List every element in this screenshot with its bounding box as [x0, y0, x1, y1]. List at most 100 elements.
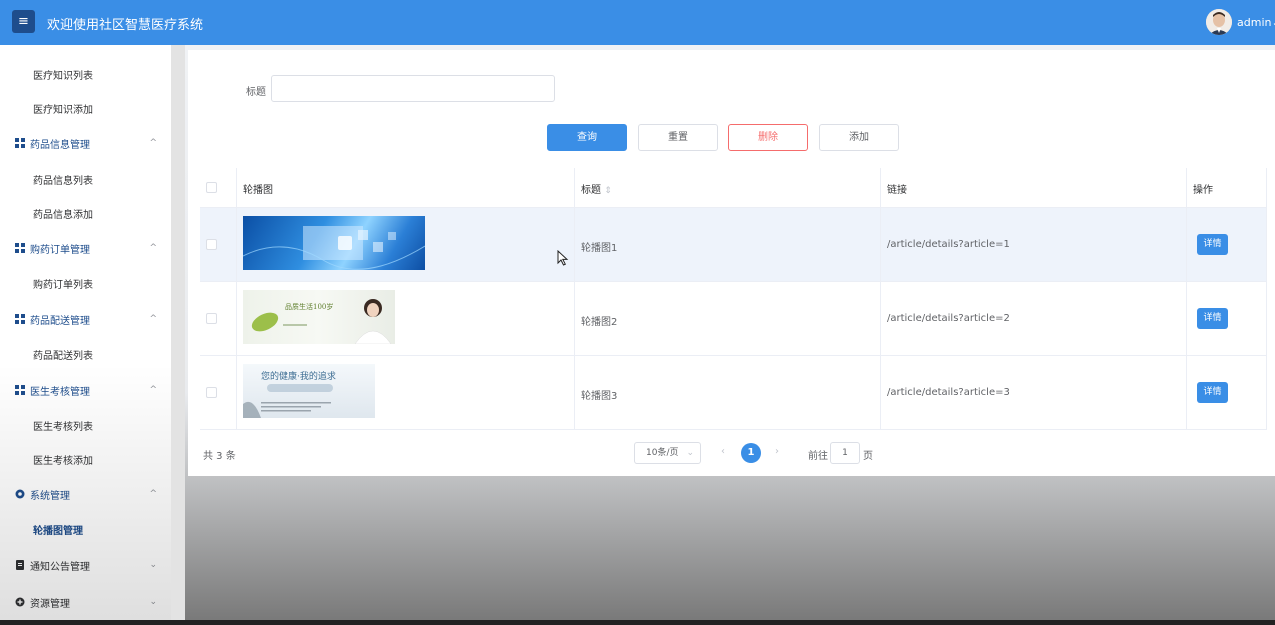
page-1-button[interactable]: 1 — [741, 443, 761, 463]
sidebar-item-label: 医生考核添加 — [33, 455, 93, 467]
title-filter-label: 标题 — [246, 87, 266, 98]
sidebar-item-label: 资源管理 — [30, 598, 70, 610]
screen-edge — [0, 620, 1275, 625]
sort-icon[interactable]: ⇕ — [604, 186, 612, 196]
sidebar-item-label: 通知公告管理 — [30, 561, 90, 573]
user-name: admin — [1237, 16, 1272, 29]
gear-icon — [15, 489, 25, 499]
table-row: 品质生活100岁 轮播图2 /article/details?article=2… — [200, 282, 1267, 356]
carousel-image-2: 品质生活100岁 — [243, 290, 395, 344]
column-header-link: 链接 — [887, 185, 907, 196]
sidebar-group-doctor-review[interactable]: 医生考核管理 ^ — [0, 373, 172, 407]
grid-icon — [15, 314, 25, 324]
title-filter-input[interactable] — [271, 75, 555, 102]
select-all-checkbox[interactable] — [206, 182, 217, 193]
chevron-down-icon: ⌄ — [149, 560, 157, 570]
page-size-select[interactable]: 10条/页 ⌄ — [634, 442, 701, 464]
row-link: /article/details?article=3 — [887, 387, 1010, 398]
row-checkbox[interactable] — [206, 313, 217, 324]
grid-icon — [15, 243, 25, 253]
page-suffix-label: 页 — [863, 451, 873, 462]
sidebar-item-carousel[interactable]: 轮播图管理 — [0, 512, 172, 546]
row-title: 轮播图2 — [581, 317, 618, 328]
row-link: /article/details?article=1 — [887, 239, 1010, 250]
column-header-title-label: 标题 — [581, 185, 601, 196]
sidebar-group-system[interactable]: 系统管理 ^ — [0, 477, 172, 511]
query-button[interactable]: 查询 — [547, 124, 627, 151]
mouse-cursor-icon — [557, 250, 569, 266]
reset-button[interactable]: 重置 — [638, 124, 718, 151]
row-checkbox[interactable] — [206, 239, 217, 250]
sidebar-item-label: 系统管理 — [30, 490, 70, 502]
sidebar-group-notice[interactable]: 通知公告管理 ⌄ — [0, 548, 172, 582]
detail-button[interactable]: 详情 — [1197, 234, 1228, 255]
column-divider — [1186, 168, 1187, 430]
add-button[interactable]: 添加 — [819, 124, 899, 151]
sidebar-group-drug-info[interactable]: 药品信息管理 ^ — [0, 126, 172, 160]
column-divider — [1266, 168, 1267, 430]
row-checkbox[interactable] — [206, 387, 217, 398]
top-bar: ≡ 欢迎使用社区智慧医疗系统 admin⌄ — [0, 0, 1275, 45]
sidebar-item-drug-info-add[interactable]: 药品信息添加 — [0, 196, 172, 230]
banner-2-text: 品质生活100岁 — [285, 303, 334, 311]
chevron-up-icon: ^ — [149, 489, 157, 499]
sidebar-group-delivery[interactable]: 药品配送管理 ^ — [0, 302, 172, 336]
sidebar-item-orders-list[interactable]: 购药订单列表 — [0, 266, 172, 300]
sidebar-item-label: 医疗知识列表 — [33, 70, 93, 82]
goto-page-input[interactable]: 1 — [830, 442, 860, 464]
sidebar-item-doctor-review-list[interactable]: 医生考核列表 — [0, 408, 172, 442]
sidebar-group-resources[interactable]: 资源管理 ⌄ — [0, 585, 172, 619]
page-size-value: 10条/页 — [646, 448, 679, 458]
sidebar-item-label: 医生考核列表 — [33, 421, 93, 433]
chevron-down-icon: ⌄ — [1271, 16, 1275, 29]
carousel-image-3: 您的健康·我的追求 — [243, 364, 375, 418]
chevron-up-icon: ^ — [149, 314, 157, 324]
grid-icon — [15, 138, 25, 148]
column-header-title[interactable]: 标题 ⇕ — [581, 181, 612, 196]
app-title: 欢迎使用社区智慧医疗系统 — [47, 18, 204, 33]
sidebar-item-label: 购药订单管理 — [30, 244, 90, 256]
table-header: 轮播图 标题 ⇕ 链接 操作 — [200, 168, 1267, 208]
chevron-up-icon: ^ — [149, 385, 157, 395]
detail-button[interactable]: 详情 — [1197, 308, 1228, 329]
user-menu[interactable]: admin⌄ — [1237, 16, 1275, 29]
prev-page-button[interactable]: ‹ — [721, 446, 725, 457]
row-title: 轮播图3 — [581, 391, 618, 402]
chevron-up-icon: ^ — [149, 138, 157, 148]
goto-label: 前往 — [808, 451, 828, 462]
row-title: 轮播图1 — [581, 243, 618, 254]
next-page-button[interactable]: › — [775, 446, 779, 457]
sidebar-item-label: 购药订单列表 — [33, 279, 93, 291]
sidebar: 医疗知识列表 医疗知识添加 药品信息管理 ^ 药品信息列表 药品信息添加 购药订… — [0, 45, 172, 625]
delete-button[interactable]: 删除 — [728, 124, 808, 151]
column-header-action: 操作 — [1193, 185, 1213, 196]
user-avatar[interactable] — [1206, 9, 1232, 35]
sidebar-item-label: 医疗知识添加 — [33, 104, 93, 116]
menu-icon[interactable]: ≡ — [12, 10, 35, 33]
grid-icon — [15, 385, 25, 395]
column-divider — [236, 168, 237, 430]
document-icon — [16, 560, 24, 570]
sidebar-item-drug-info-list[interactable]: 药品信息列表 — [0, 162, 172, 196]
sidebar-item-doctor-review-add[interactable]: 医生考核添加 — [0, 442, 172, 476]
sidebar-group-orders[interactable]: 购药订单管理 ^ — [0, 231, 172, 265]
carousel-image-1 — [243, 216, 425, 270]
column-divider — [574, 168, 575, 430]
sidebar-item-medical-knowledge-add[interactable]: 医疗知识添加 — [0, 91, 172, 125]
banner-3-text: 您的健康·我的追求 — [261, 372, 336, 382]
column-divider — [880, 168, 881, 430]
chevron-up-icon: ^ — [149, 243, 157, 253]
table-row: 轮播图1 /article/details?article=1 详情 — [200, 208, 1267, 282]
chevron-down-icon: ⌄ — [686, 448, 694, 458]
chevron-down-icon: ⌄ — [149, 597, 157, 607]
sidebar-item-label: 药品信息管理 — [30, 139, 90, 151]
column-header-image: 轮播图 — [243, 185, 273, 196]
detail-button[interactable]: 详情 — [1197, 382, 1228, 403]
sidebar-item-label: 药品信息列表 — [33, 175, 93, 187]
sidebar-item-label: 轮播图管理 — [33, 525, 83, 537]
plus-circle-icon — [15, 597, 25, 607]
sidebar-item-delivery-list[interactable]: 药品配送列表 — [0, 337, 172, 371]
sidebar-scrollbar[interactable] — [171, 45, 185, 625]
sidebar-item-medical-knowledge-list[interactable]: 医疗知识列表 — [0, 57, 172, 91]
pagination-total: 共 3 条 — [203, 451, 236, 462]
